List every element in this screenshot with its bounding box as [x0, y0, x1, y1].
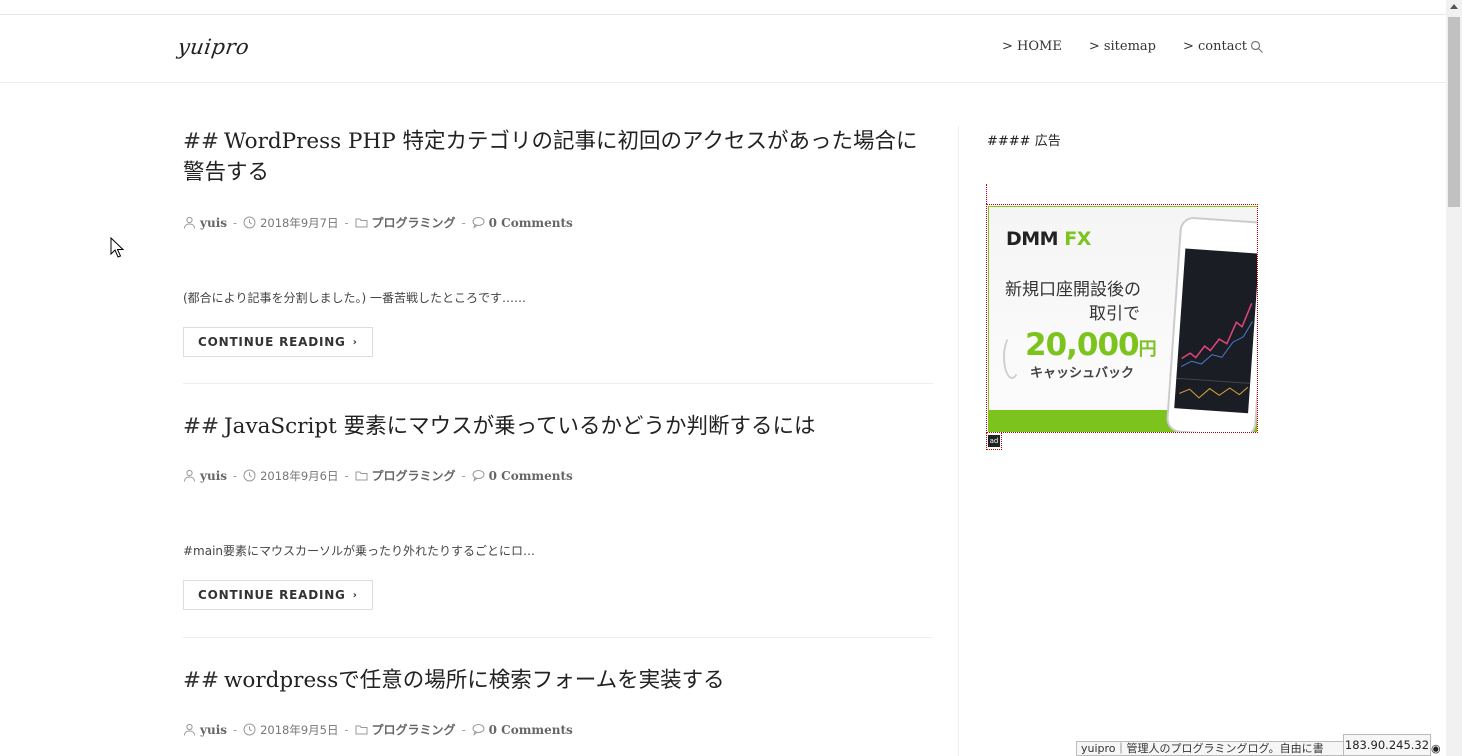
- ad-banner[interactable]: DMM FX 新規口座開設後の 取引で 20,000円 キャッシュバック: [986, 204, 1258, 433]
- post-item: ## WordPress PHP 特定カテゴリの記事に初回のアクセスがあった場合に…: [183, 126, 933, 357]
- ip-address-indicator: 183.90.245.32: [1343, 734, 1431, 756]
- meta-separator: -: [461, 722, 466, 737]
- page-scrollbar[interactable]: [1446, 0, 1462, 756]
- post-category[interactable]: プログラミング: [372, 721, 456, 738]
- post-comments[interactable]: 0 Comments: [489, 469, 573, 483]
- meta-separator: -: [344, 722, 349, 737]
- ad-subheadline: 取引で: [1089, 304, 1140, 324]
- post-date: 2018年9月5日: [260, 722, 339, 737]
- post-title[interactable]: ## wordpressで任意の場所に検索フォームを実装する: [183, 665, 933, 696]
- post-date: 2018年9月6日: [260, 468, 339, 483]
- phone-chart-screen: [1174, 248, 1257, 414]
- ad-info-badge[interactable]: ad: [986, 432, 1002, 450]
- mouse-cursor-icon: [110, 237, 124, 258]
- user-icon: [184, 216, 195, 229]
- user-icon: [184, 469, 195, 482]
- folder-icon: [355, 471, 368, 481]
- ad-outline-marker: [986, 184, 989, 204]
- post-meta: yuis - 2018年9月6日 - プログラミング - 0 Comments: [183, 467, 933, 484]
- scrollbar-thumb[interactable]: [1448, 17, 1460, 207]
- meta-separator: -: [461, 468, 466, 483]
- continue-reading-button[interactable]: CONTINUE READING ›: [183, 327, 373, 357]
- comment-icon: [472, 217, 485, 229]
- post-comments[interactable]: 0 Comments: [489, 216, 573, 230]
- post-author[interactable]: yuis: [200, 216, 227, 230]
- meta-separator: -: [233, 722, 238, 737]
- scroll-up-arrow-icon[interactable]: [1450, 4, 1458, 9]
- meta-separator: -: [233, 215, 238, 230]
- laurel-left-icon: [1003, 335, 1021, 379]
- status-tooltip: yuipro｜管理人のプログラミングログ。自由に書: [1076, 741, 1348, 756]
- nav-item-home[interactable]: > HOME: [1002, 39, 1062, 54]
- browser-top-strip: [0, 0, 1446, 15]
- ad-brand-logo: DMM FX: [1006, 228, 1091, 250]
- post-item: ## wordpressで任意の場所に検索フォームを実装する yuis - 201…: [183, 665, 933, 738]
- chevron-right-icon: ›: [352, 589, 358, 601]
- site-header: yuipro > HOME > sitemap > contact: [0, 15, 1446, 83]
- meta-separator: -: [344, 215, 349, 230]
- comment-icon: [472, 470, 485, 482]
- meta-separator: -: [233, 468, 238, 483]
- post-author[interactable]: yuis: [200, 723, 227, 737]
- ad-amount: 20,000円: [1025, 327, 1157, 363]
- clock-icon: [243, 216, 256, 229]
- post-item: ## JavaScript 要素にマウスが乗っているかどうか判断するには yuis…: [183, 411, 933, 610]
- clock-icon: [243, 469, 256, 482]
- post-divider: [183, 637, 933, 638]
- sidebar-divider: [958, 126, 959, 756]
- search-icon[interactable]: [1250, 40, 1264, 54]
- comment-icon: [472, 724, 485, 736]
- main-nav: > HOME > sitemap > contact: [1002, 39, 1274, 54]
- post-excerpt: #main要素にマウスカーソルが乗ったり外れたりするごとにロ…: [183, 544, 536, 558]
- folder-icon: [355, 218, 368, 228]
- folder-icon: [355, 725, 368, 735]
- ad-banner-image[interactable]: DMM FX 新規口座開設後の 取引で 20,000円 キャッシュバック: [988, 206, 1257, 432]
- continue-reading-button[interactable]: CONTINUE READING ›: [183, 580, 373, 610]
- post-author[interactable]: yuis: [200, 469, 227, 483]
- post-comments[interactable]: 0 Comments: [489, 723, 573, 737]
- user-icon: [184, 723, 195, 736]
- post-list: ## WordPress PHP 特定カテゴリの記事に初回のアクセスがあった場合に…: [183, 126, 933, 738]
- post-divider: [183, 383, 933, 384]
- clock-icon: [243, 723, 256, 736]
- smartphone-illustration: [1165, 216, 1257, 432]
- ad-cashback: キャッシュバック: [1030, 366, 1135, 381]
- post-category[interactable]: プログラミング: [372, 214, 456, 231]
- post-meta: yuis - 2018年9月7日 - プログラミング - 0 Comments: [183, 214, 933, 231]
- post-title[interactable]: ## JavaScript 要素にマウスが乗っているかどうか判断するには: [183, 411, 933, 442]
- nav-item-sitemap[interactable]: > sitemap: [1089, 39, 1156, 54]
- meta-separator: -: [461, 215, 466, 230]
- post-title[interactable]: ## WordPress PHP 特定カテゴリの記事に初回のアクセスがあった場合に…: [183, 126, 933, 188]
- phone-chart-graphic: [1176, 303, 1253, 399]
- ad-headline: 新規口座開設後の: [1005, 280, 1141, 300]
- post-category[interactable]: プログラミング: [372, 467, 456, 484]
- meta-separator: -: [344, 468, 349, 483]
- post-meta: yuis - 2018年9月5日 - プログラミング - 0 Comments: [183, 721, 933, 738]
- post-date: 2018年9月7日: [260, 215, 339, 230]
- nav-item-contact[interactable]: > contact: [1183, 39, 1247, 54]
- site-logo[interactable]: yuipro: [176, 35, 251, 59]
- eye-icon[interactable]: ◉: [1431, 742, 1441, 755]
- widget-title: #### 広告: [987, 134, 1061, 149]
- post-excerpt: (都合により記事を分割しました。) 一番苦戦したところです……: [183, 291, 526, 305]
- chevron-right-icon: ›: [352, 336, 358, 348]
